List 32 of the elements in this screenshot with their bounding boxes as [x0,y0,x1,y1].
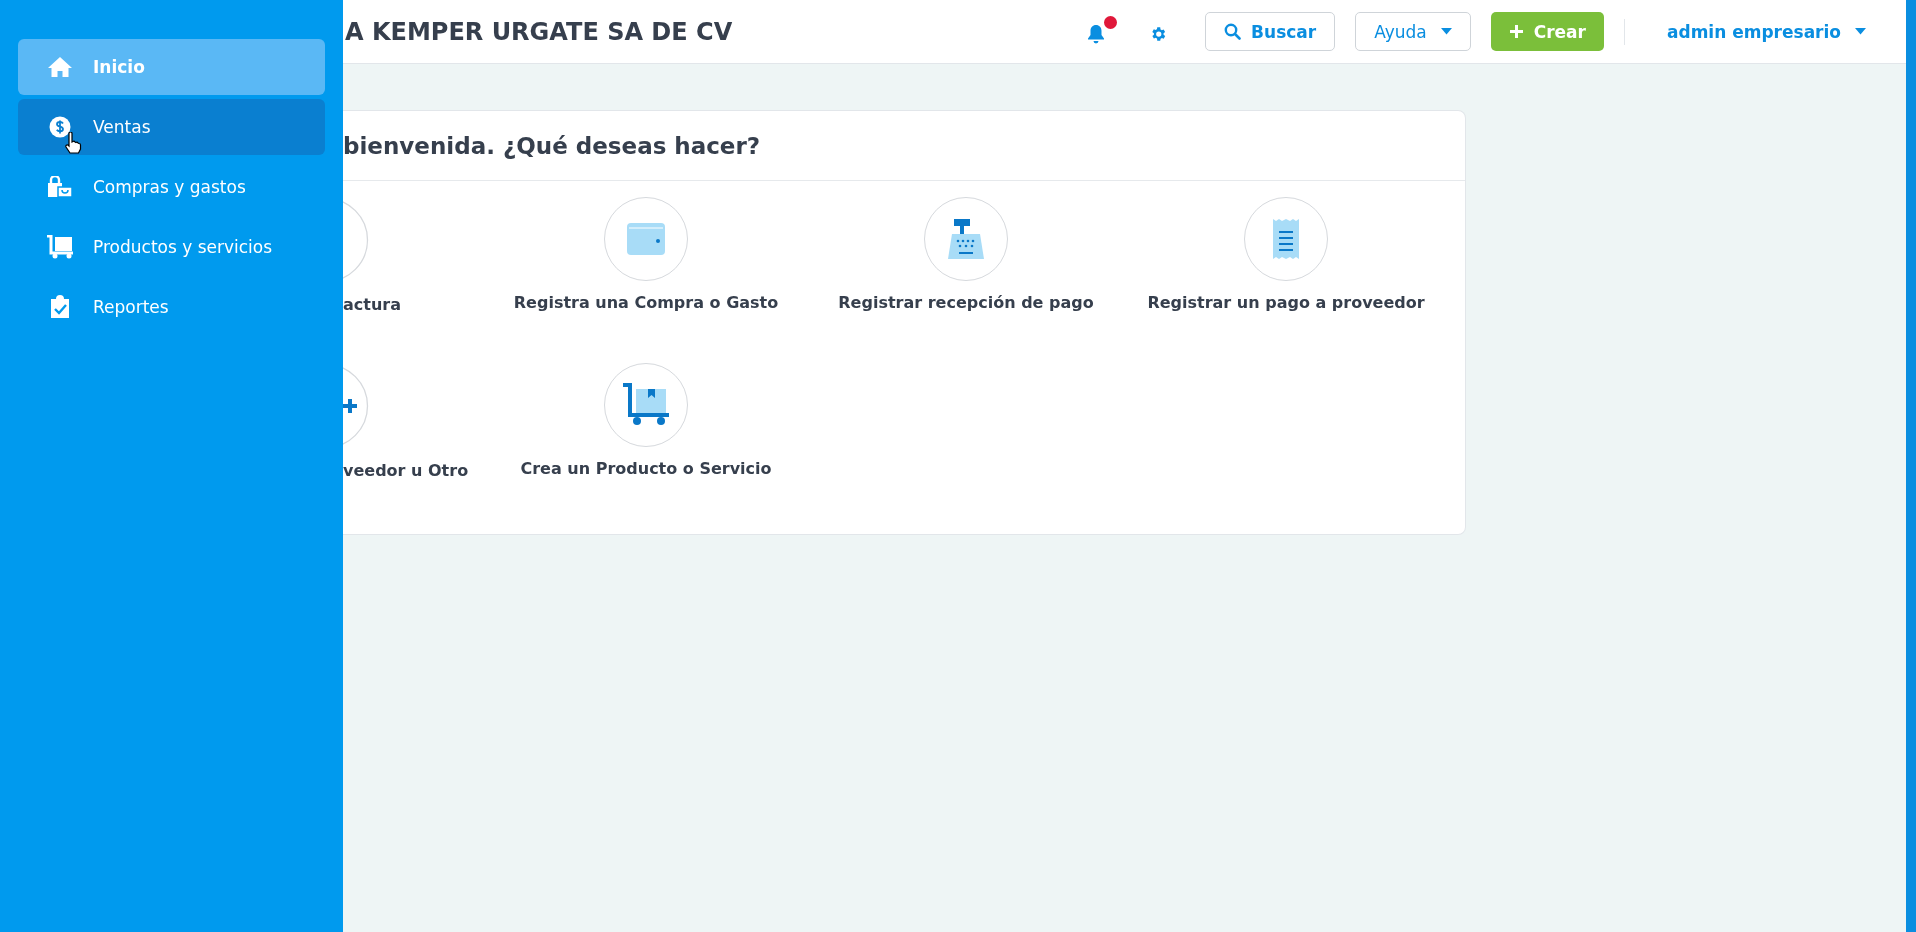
cart-icon [46,235,74,259]
home-icon [47,56,73,78]
wallet-icon [626,222,666,256]
clipboard-check-icon [50,295,70,319]
caret-icon [1855,28,1866,35]
company-name: A KEMPER URGATE SA DE CV [345,17,733,46]
action-label[interactable]: Registrar recepción de pago [838,293,1094,312]
cash-register-icon [946,218,986,260]
user-menu[interactable]: admin empresario [1661,20,1872,43]
action-label[interactable]: veedor u Otro [343,461,469,480]
sidebar-item[interactable]: Compras y gastos [18,159,325,215]
bell-icon [1087,23,1106,44]
create-button[interactable]: Crear [1490,12,1604,51]
help-dropdown[interactable]: Ayuda [1355,12,1471,51]
search-button[interactable]: Buscar [1205,12,1336,51]
action-label[interactable]: actura [343,295,401,314]
search-icon [1224,23,1242,40]
receipt-icon [1272,218,1300,260]
action-label[interactable]: Crea un Producto o Servicio [520,459,772,478]
pointer-cursor-icon [64,132,82,154]
card-title: bienvenida. ¿Qué deseas hacer? [343,111,1465,181]
cart-box-icon [621,383,671,427]
action-label[interactable]: Registrar un pago a proveedor [1147,293,1425,312]
caret-icon [1440,28,1452,35]
sidebar-item[interactable]: Ventas [18,99,325,155]
shopping-bag-icon [47,176,73,198]
sidebar-item[interactable]: Reportes [18,279,325,335]
dollar-icon [49,116,71,138]
sidebar-item[interactable]: Productos y servicios [18,219,325,275]
action-label[interactable]: Registra una Compra o Gasto [513,293,779,312]
plus-icon [1508,24,1524,39]
sidebar-item[interactable]: Inicio [18,39,325,95]
